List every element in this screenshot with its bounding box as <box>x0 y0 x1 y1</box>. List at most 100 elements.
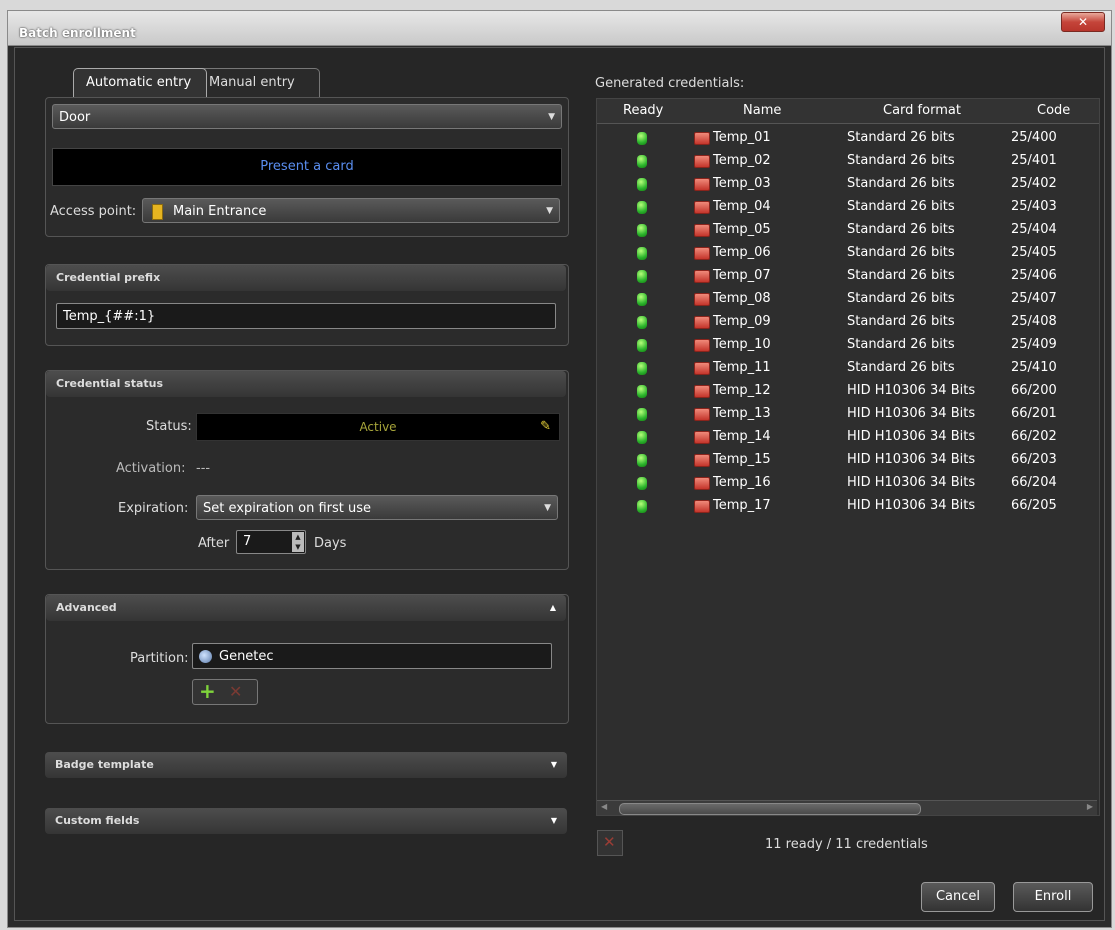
ready-led-icon <box>637 500 647 513</box>
expiration-label: Expiration: <box>118 501 189 516</box>
row-card-format: Standard 26 bits <box>847 222 955 237</box>
table-row[interactable]: Temp_17 HID H10306 34 Bits 66/205 <box>597 495 1099 518</box>
credential-status-panel: Credential status Status: Active ✎ Activ… <box>45 370 569 570</box>
card-icon <box>694 132 710 145</box>
generated-credentials-label: Generated credentials: <box>595 76 745 91</box>
table-row[interactable]: Temp_12 HID H10306 34 Bits 66/200 <box>597 380 1099 403</box>
table-row[interactable]: Temp_14 HID H10306 34 Bits 66/202 <box>597 426 1099 449</box>
row-card-format: Standard 26 bits <box>847 314 955 329</box>
credential-prefix-panel: Credential prefix Temp_{##:1} <box>45 264 569 346</box>
after-days-stepper[interactable]: 7 ▲ ▼ <box>236 530 306 554</box>
row-card-format: Standard 26 bits <box>847 176 955 191</box>
ready-led-icon <box>637 454 647 467</box>
enroll-button[interactable]: Enroll <box>1013 882 1093 912</box>
chevron-down-icon: ▼ <box>546 206 553 216</box>
badge-template-header[interactable]: Badge template ▼ <box>45 752 567 778</box>
expiration-select[interactable]: Set expiration on first use ▼ <box>196 495 558 520</box>
row-name: Temp_14 <box>713 429 771 444</box>
days-label: Days <box>314 536 347 551</box>
row-code: 25/402 <box>1011 176 1057 191</box>
row-name: Temp_05 <box>713 222 771 237</box>
column-header-ready[interactable]: Ready <box>623 103 663 118</box>
card-icon <box>694 408 710 421</box>
card-icon <box>694 500 710 513</box>
table-row[interactable]: Temp_05 Standard 26 bits 25/404 <box>597 219 1099 242</box>
row-name: Temp_12 <box>713 383 771 398</box>
partition-field[interactable]: Genetec <box>192 643 552 669</box>
table-row[interactable]: Temp_11 Standard 26 bits 25/410 <box>597 357 1099 380</box>
horizontal-scrollbar[interactable]: ◀ ▶ <box>597 800 1097 815</box>
ready-led-icon <box>637 339 647 352</box>
cancel-button[interactable]: Cancel <box>921 882 995 912</box>
row-card-format: Standard 26 bits <box>847 130 955 145</box>
advanced-header[interactable]: Advanced ▲ <box>46 595 566 621</box>
row-code: 25/407 <box>1011 291 1057 306</box>
row-name: Temp_09 <box>713 314 771 329</box>
dialog-body: Automatic entry Manual entry Door ▼ Pres… <box>14 47 1105 921</box>
table-row[interactable]: Temp_13 HID H10306 34 Bits 66/201 <box>597 403 1099 426</box>
table-row[interactable]: Temp_04 Standard 26 bits 25/403 <box>597 196 1099 219</box>
credential-status-title: Credential status <box>56 377 164 390</box>
table-row[interactable]: Temp_02 Standard 26 bits 25/401 <box>597 150 1099 173</box>
row-code: 25/409 <box>1011 337 1057 352</box>
row-code: 25/410 <box>1011 360 1057 375</box>
grid-summary: 11 ready / 11 credentials <box>765 837 928 852</box>
table-row[interactable]: Temp_03 Standard 26 bits 25/402 <box>597 173 1099 196</box>
credential-status-header: Credential status <box>46 371 566 397</box>
card-icon <box>694 293 710 306</box>
credential-prefix-input[interactable]: Temp_{##:1} <box>56 303 556 329</box>
row-name: Temp_15 <box>713 452 771 467</box>
scroll-left-icon[interactable]: ◀ <box>601 802 607 811</box>
custom-fields-title: Custom fields <box>55 814 140 827</box>
column-header-card-format[interactable]: Card format <box>883 103 961 118</box>
column-header-code[interactable]: Code <box>1037 103 1070 118</box>
row-code: 25/408 <box>1011 314 1057 329</box>
door-icon <box>152 204 163 220</box>
table-row[interactable]: Temp_09 Standard 26 bits 25/408 <box>597 311 1099 334</box>
table-row[interactable]: Temp_10 Standard 26 bits 25/409 <box>597 334 1099 357</box>
row-card-format: Standard 26 bits <box>847 199 955 214</box>
table-row[interactable]: Temp_15 HID H10306 34 Bits 66/203 <box>597 449 1099 472</box>
table-row[interactable]: Temp_06 Standard 26 bits 25/405 <box>597 242 1099 265</box>
title-bar: Batch enrollment ✕ <box>8 11 1111 46</box>
ready-led-icon <box>637 316 647 329</box>
close-button[interactable]: ✕ <box>1061 12 1105 32</box>
credentials-grid: Ready Name Card format Code Temp_01 Stand… <box>596 98 1100 816</box>
ready-led-icon <box>637 224 647 237</box>
card-icon <box>694 316 710 329</box>
tab-automatic-entry[interactable]: Automatic entry <box>73 68 207 97</box>
after-label: After <box>198 536 230 551</box>
table-row[interactable]: Temp_01 Standard 26 bits 25/400 <box>597 127 1099 150</box>
scroll-right-icon[interactable]: ▶ <box>1087 802 1093 811</box>
ready-led-icon <box>637 385 647 398</box>
access-point-select[interactable]: Main Entrance ▼ <box>142 198 560 223</box>
present-card-area: Present a card <box>52 148 562 186</box>
door-select-value: Door <box>59 110 91 125</box>
advanced-panel: Advanced ▲ Partition: Genetec + ✕ <box>45 594 569 724</box>
status-value: Active <box>359 420 397 434</box>
column-header-name[interactable]: Name <box>743 103 781 118</box>
add-icon[interactable]: + <box>199 680 216 702</box>
credential-prefix-title: Credential prefix <box>56 271 161 284</box>
row-name: Temp_08 <box>713 291 771 306</box>
chevron-up-icon: ▲ <box>549 603 556 612</box>
clear-button[interactable]: ✕ <box>597 830 623 856</box>
ready-led-icon <box>637 293 647 306</box>
partition-label: Partition: <box>130 651 189 666</box>
door-select[interactable]: Door ▼ <box>52 104 562 129</box>
custom-fields-header[interactable]: Custom fields ▼ <box>45 808 567 834</box>
status-field[interactable]: Active ✎ <box>196 413 560 441</box>
ready-led-icon <box>637 201 647 214</box>
row-card-format: HID H10306 34 Bits <box>847 452 976 467</box>
pencil-icon[interactable]: ✎ <box>540 414 551 440</box>
stepper-arrows-icon[interactable]: ▲ ▼ <box>292 532 304 552</box>
chevron-down-icon: ▼ <box>550 760 557 769</box>
table-row[interactable]: Temp_08 Standard 26 bits 25/407 <box>597 288 1099 311</box>
tab-manual-entry[interactable]: Manual entry <box>196 68 320 97</box>
table-row[interactable]: Temp_16 HID H10306 34 Bits 66/204 <box>597 472 1099 495</box>
row-name: Temp_03 <box>713 176 771 191</box>
card-icon <box>694 270 710 283</box>
scrollbar-thumb[interactable] <box>619 803 921 815</box>
remove-icon[interactable]: ✕ <box>229 680 242 703</box>
table-row[interactable]: Temp_07 Standard 26 bits 25/406 <box>597 265 1099 288</box>
